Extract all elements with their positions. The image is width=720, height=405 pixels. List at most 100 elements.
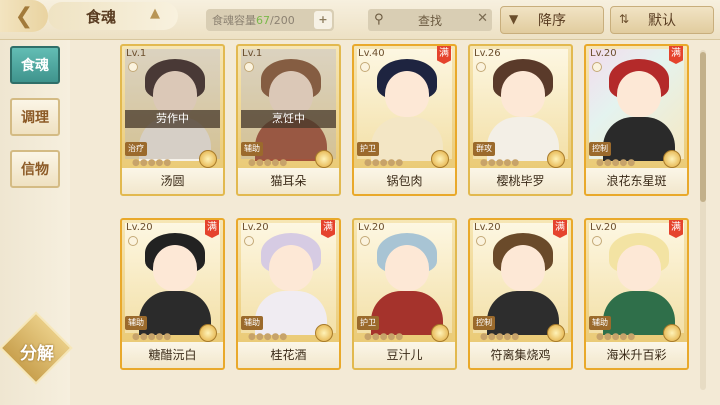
character-name: 符离集烧鸡 — [470, 342, 571, 368]
element-coin-icon — [663, 150, 681, 168]
character-hair — [145, 59, 205, 99]
tab-food-souls[interactable]: 食魂 — [10, 46, 60, 84]
character-name: 桂花酒 — [238, 342, 339, 368]
search-box[interactable]: ⚲ 查找 ✕ — [368, 9, 492, 31]
level-label: Lv.20 — [358, 222, 385, 233]
star-rating-icon: ●●●●● — [364, 332, 404, 342]
level-label: Lv.26 — [474, 48, 501, 59]
scrollbar-thumb[interactable] — [700, 52, 706, 202]
character-face — [617, 71, 661, 117]
element-coin-icon — [547, 150, 565, 168]
tab-cultivate[interactable]: 调理 — [10, 98, 60, 136]
status-badge: 烹饪中 — [241, 110, 336, 128]
lock-toggle-icon[interactable] — [244, 236, 254, 246]
capacity-total: /200 — [270, 13, 295, 27]
lock-toggle-icon[interactable] — [360, 236, 370, 246]
level-label: Lv.20 — [242, 222, 269, 233]
food-soul-card[interactable]: Lv.20 满辅助 ●●●●● 海米升百彩 — [584, 218, 689, 370]
food-soul-card[interactable]: Lv.20 满辅助 ●●●●● 糖醋沅白 — [120, 218, 225, 370]
food-soul-card[interactable]: Lv.20 满控制 ●●●●● 符离集烧鸡 — [468, 218, 573, 370]
role-tag: 辅助 — [125, 316, 147, 330]
tab-tokens[interactable]: 信物 — [10, 150, 60, 188]
character-name: 豆汁儿 — [354, 342, 455, 368]
add-capacity-button[interactable]: + — [314, 11, 332, 29]
star-rating-icon: ●●●●● — [596, 158, 636, 168]
element-coin-icon — [663, 324, 681, 342]
character-face — [501, 245, 545, 291]
lock-toggle-icon[interactable] — [128, 236, 138, 246]
max-badge-icon: 满 — [437, 46, 451, 64]
character-face — [617, 245, 661, 291]
breakdown-label[interactable]: 分解 — [14, 339, 60, 364]
sort-label: 降序 — [538, 13, 566, 29]
star-rating-icon: ●●●●● — [480, 158, 520, 168]
sort-triangle-icon: ▼ — [509, 12, 519, 26]
capacity-label: 食魂容量 — [212, 14, 256, 27]
food-soul-card[interactable]: Lv.1 劳作中治疗 ●●●●● 汤圆 — [120, 44, 225, 196]
element-coin-icon — [199, 324, 217, 342]
character-face — [269, 245, 313, 291]
search-icon: ⚲ — [374, 12, 384, 27]
character-name: 樱桃毕罗 — [470, 168, 571, 194]
character-hair — [261, 59, 321, 99]
status-badge: 劳作中 — [125, 110, 220, 128]
food-soul-card[interactable]: Lv.20 护卫 ●●●●● 豆汁儿 — [352, 218, 457, 370]
character-name: 猫耳朵 — [238, 168, 339, 194]
role-tag: 群攻 — [473, 142, 495, 156]
star-rating-icon: ●●●●● — [132, 332, 172, 342]
max-badge-icon: 满 — [553, 220, 567, 238]
lock-toggle-icon[interactable] — [244, 62, 254, 72]
capacity-current: 67 — [256, 13, 270, 27]
filter-button[interactable]: ⇅ 默认 — [610, 6, 714, 34]
element-coin-icon — [431, 324, 449, 342]
role-tag: 辅助 — [241, 316, 263, 330]
element-coin-icon — [315, 150, 333, 168]
character-name: 汤圆 — [122, 168, 223, 194]
level-label: Lv.40 — [358, 48, 385, 59]
role-tag: 护卫 — [357, 142, 379, 156]
character-face — [501, 71, 545, 117]
character-name: 锅包肉 — [354, 168, 455, 194]
back-button[interactable]: ❮ — [0, 0, 48, 32]
level-label: Lv.20 — [590, 222, 617, 233]
character-face — [385, 71, 429, 117]
element-coin-icon — [315, 324, 333, 342]
food-soul-grid: Lv.1 劳作中 治疗 ●●●●● 汤圆 Lv.1 烹饪中 辅助 ●●●●● 猫耳朵 Lv.40 满护… — [120, 44, 690, 384]
role-tag: 辅助 — [241, 142, 263, 156]
element-coin-icon — [431, 150, 449, 168]
role-tag: 治疗 — [125, 142, 147, 156]
star-rating-icon: ●●●●● — [248, 332, 288, 342]
lock-toggle-icon[interactable] — [128, 62, 138, 72]
star-rating-icon: ●●●●● — [364, 158, 404, 168]
level-label: Lv.1 — [242, 48, 263, 59]
star-rating-icon: ●●●●● — [248, 158, 288, 168]
food-soul-card[interactable]: Lv.1 烹饪中辅助 ●●●●● 猫耳朵 — [236, 44, 341, 196]
lock-toggle-icon[interactable] — [476, 62, 486, 72]
lock-toggle-icon[interactable] — [592, 236, 602, 246]
capacity-indicator: 食魂容量 67 /200 + — [206, 9, 334, 31]
role-tag: 护卫 — [357, 316, 379, 330]
element-coin-icon — [199, 150, 217, 168]
clear-search-icon[interactable]: ✕ — [477, 11, 488, 26]
back-arrow-icon: ❮ — [14, 3, 34, 29]
character-name: 海米升百彩 — [586, 342, 687, 368]
lock-toggle-icon[interactable] — [476, 236, 486, 246]
level-label: Lv.1 — [126, 48, 147, 59]
lock-toggle-icon[interactable] — [360, 62, 370, 72]
food-soul-card[interactable]: Lv.40 满护卫 ●●●●● 锅包肉 — [352, 44, 457, 196]
star-rating-icon: ●●●●● — [132, 158, 172, 168]
food-soul-card[interactable]: Lv.20 满控制 ●●●●● 浪花东星斑 — [584, 44, 689, 196]
filter-label: 默认 — [648, 13, 676, 29]
max-badge-icon: 满 — [669, 220, 683, 238]
role-tag: 辅助 — [589, 316, 611, 330]
element-coin-icon — [547, 324, 565, 342]
sort-order-button[interactable]: ▼ 降序 — [500, 6, 604, 34]
character-name: 浪花东星斑 — [586, 168, 687, 194]
level-label: Lv.20 — [126, 222, 153, 233]
character-name: 糖醋沅白 — [122, 342, 223, 368]
lock-toggle-icon[interactable] — [592, 62, 602, 72]
role-tag: 控制 — [473, 316, 495, 330]
food-soul-card[interactable]: Lv.20 满辅助 ●●●●● 桂花酒 — [236, 218, 341, 370]
food-soul-card[interactable]: Lv.26 群攻 ●●●●● 樱桃毕罗 — [468, 44, 573, 196]
star-rating-icon: ●●●●● — [480, 332, 520, 342]
